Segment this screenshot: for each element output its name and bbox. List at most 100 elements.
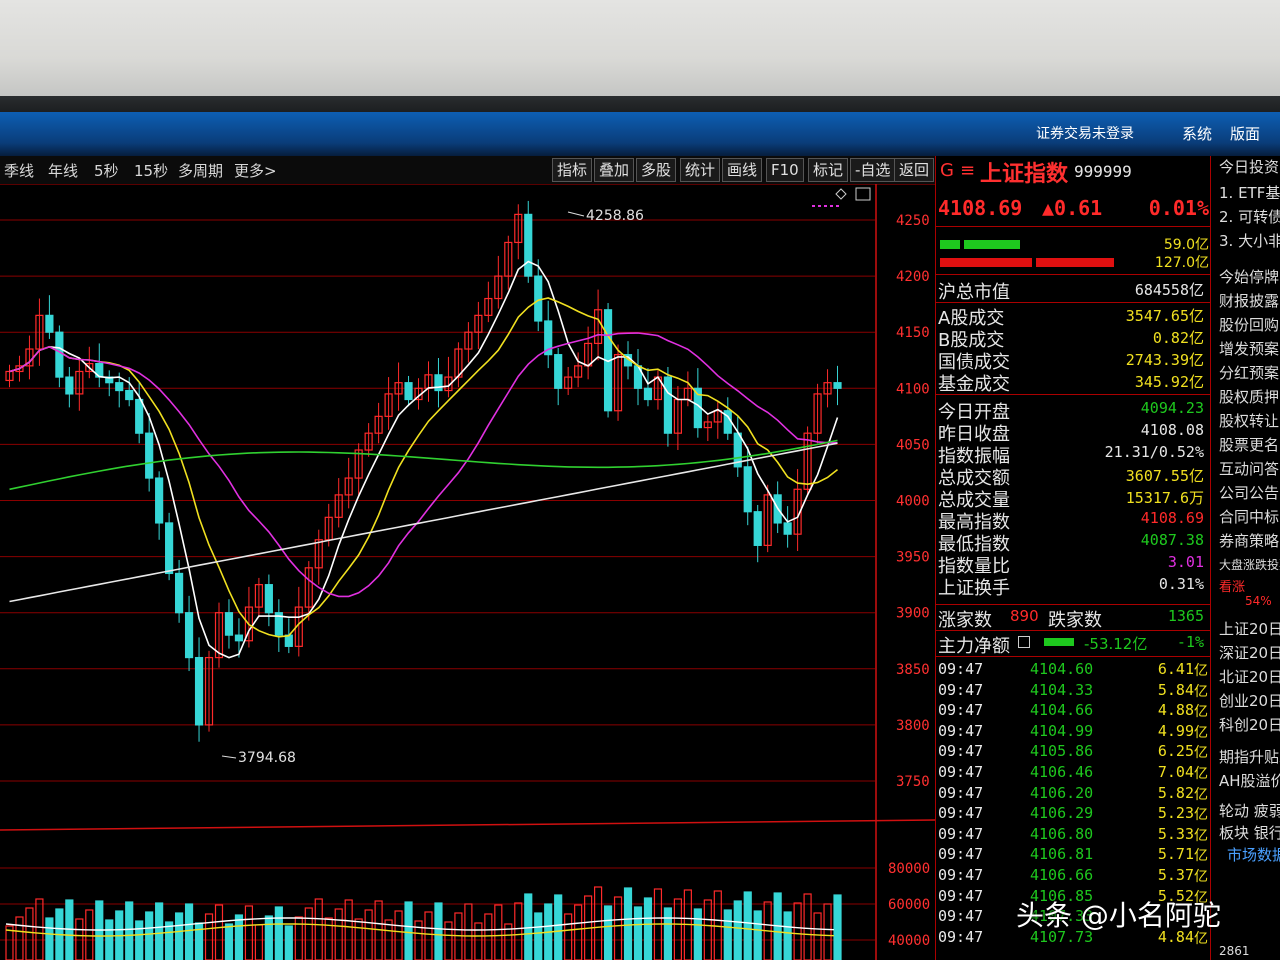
- period-quarter[interactable]: 季线: [4, 160, 34, 181]
- tick-price: 4105.86: [1030, 742, 1094, 761]
- menu-layout[interactable]: 版面: [1230, 123, 1260, 144]
- tick-unit: 亿: [1194, 745, 1208, 762]
- f10-button[interactable]: F10: [766, 158, 804, 182]
- sidebar-item[interactable]: 54%: [1245, 594, 1272, 608]
- sidebar-item[interactable]: 2861: [1219, 944, 1250, 958]
- menu-icon[interactable]: ≡: [960, 160, 975, 181]
- volume-bar: [494, 904, 503, 960]
- tick-row: 09:47 4106.66 5.37 亿: [938, 866, 1208, 886]
- back-button[interactable]: 返回: [894, 158, 935, 182]
- volume-bar: [165, 921, 174, 960]
- sidebar-item[interactable]: 券商策略: [1219, 530, 1279, 551]
- sidebar-item[interactable]: 上证20日: [1219, 618, 1280, 639]
- main-flow-label: 主力净额: [938, 636, 1010, 657]
- multi-stock-button[interactable]: 多股: [636, 158, 677, 182]
- sidebar-item[interactable]: 股份回购: [1219, 314, 1279, 335]
- stat-value: 0.31%: [1158, 575, 1204, 593]
- tick-unit: 亿: [1194, 807, 1208, 824]
- tick-price: 4106.29: [1030, 804, 1094, 823]
- mark-button[interactable]: 标记: [808, 158, 849, 182]
- stat-value: 3.01: [1167, 553, 1204, 571]
- tick-price: 4106.81: [1030, 845, 1094, 864]
- stat-row: 最低指数 4087.38: [938, 530, 1208, 555]
- sidebar-item[interactable]: 北证20日: [1219, 666, 1280, 687]
- sidebar-item[interactable]: 合同中标: [1219, 506, 1279, 527]
- volume-bar: [783, 911, 792, 960]
- draw-line-button[interactable]: 画线: [722, 158, 763, 182]
- overlay-button[interactable]: 叠加: [594, 158, 635, 182]
- detail-icon[interactable]: [1018, 636, 1030, 648]
- candle-body: [135, 398, 144, 434]
- sidebar-item[interactable]: 期指升贴水: [1219, 746, 1280, 767]
- bar-top-value: 59.0亿: [1163, 237, 1209, 253]
- stat-row: 基金成交 345.92亿: [938, 370, 1208, 395]
- g-icon[interactable]: G: [940, 160, 954, 181]
- quote-panel: G ≡ 上证指数 999999 4108.69 ▲0.61 0.01% 59.0…: [935, 156, 1211, 960]
- sidebar-item[interactable]: 深证20日: [1219, 642, 1280, 663]
- sidebar-item[interactable]: 看涨: [1219, 576, 1245, 595]
- diamond-icon[interactable]: [835, 188, 847, 200]
- sidebar-item[interactable]: 1. ETF基: [1219, 182, 1280, 203]
- sidebar-item[interactable]: 公司公告: [1219, 482, 1279, 503]
- price-axis-labels: 4250 4200 4150 4100 4050 4000 3950 3900 3850 3800…: [888, 213, 930, 949]
- sidebar-item[interactable]: 创业20日: [1219, 690, 1280, 711]
- sidebar-item[interactable]: 股权转让: [1219, 410, 1279, 431]
- volume-bar: [404, 901, 413, 960]
- sidebar-item[interactable]: 股票更名: [1219, 434, 1279, 455]
- sidebar-item[interactable]: 互动问答: [1219, 458, 1279, 479]
- period-multi[interactable]: 多周期: [178, 160, 223, 181]
- tick-row: 09:47 4106.81 5.71 亿: [938, 845, 1208, 865]
- sidebar-item[interactable]: 今日投资: [1219, 156, 1279, 177]
- volume-bar: [733, 900, 742, 960]
- sidebar-item[interactable]: 轮动 疲弱市: [1219, 800, 1280, 821]
- period-more[interactable]: 更多>: [234, 160, 277, 181]
- stat-row: 最高指数 4108.69: [938, 508, 1208, 533]
- volume-bar: [434, 902, 443, 960]
- tick-amount: 5.23: [1157, 804, 1194, 823]
- sidebar-item[interactable]: 今始停牌: [1219, 266, 1279, 287]
- sidebar-item[interactable]: 股权质押: [1219, 386, 1279, 407]
- sidebar-item[interactable]: 科创20日: [1219, 714, 1280, 735]
- sidebar-item[interactable]: 2. 可转债: [1219, 206, 1280, 227]
- main-flow-value: -53.12亿: [1084, 635, 1148, 653]
- period-5s[interactable]: 5秒: [94, 160, 119, 181]
- login-status[interactable]: 证券交易未登录: [1036, 123, 1134, 143]
- tick-unit: 亿: [1194, 683, 1208, 700]
- volume-bar: [135, 920, 144, 960]
- tick-amount: 6.41: [1157, 660, 1194, 678]
- tick-unit: 亿: [1194, 766, 1208, 782]
- menu-system[interactable]: 系统: [1182, 123, 1212, 144]
- volume-bar: [65, 899, 74, 960]
- price-tick-label: 4050: [896, 437, 930, 453]
- tick-time: 09:47: [938, 783, 984, 802]
- kline-chart[interactable]: 4250 4200 4150 4100 4050 4000 3950 3900 3850 3800…: [0, 184, 936, 960]
- tick-time: 09:47: [938, 701, 984, 720]
- window-toggle-icon[interactable]: [855, 187, 871, 201]
- watchlist-button[interactable]: -自选: [850, 158, 896, 182]
- candle-body: [125, 389, 134, 401]
- tick-row: 09:47 4106.20 5.82 亿: [938, 784, 1208, 804]
- sidebar-item[interactable]: 分红预案: [1219, 362, 1279, 383]
- volume-bar: [274, 906, 283, 960]
- sidebar-item[interactable]: 市场数据: [1227, 844, 1280, 865]
- kline-chart-area[interactable]: 4250 4200 4150 4100 4050 4000 3950 3900 3850 3800…: [0, 184, 936, 960]
- volume-bar: [693, 908, 702, 960]
- volume-tick-label: 80000: [888, 861, 930, 877]
- stat-value: 21.31/0.52%: [1104, 443, 1204, 461]
- volume-bar: [723, 909, 732, 960]
- sidebar-item[interactable]: AH股溢价: [1219, 770, 1280, 791]
- tick-row: 09:47 4106.80 5.33 亿: [938, 825, 1208, 845]
- volume-bar: [324, 917, 333, 960]
- statistics-button[interactable]: 统计: [680, 158, 721, 182]
- sidebar-item[interactable]: 财报披露: [1219, 290, 1279, 311]
- sidebar-item[interactable]: 增发预案: [1219, 338, 1279, 359]
- sidebar-item[interactable]: 板块 银行 >: [1219, 822, 1280, 843]
- period-year[interactable]: 年线: [48, 160, 78, 181]
- volume-bar: [464, 903, 473, 960]
- candle-body: [224, 612, 234, 636]
- sidebar-item[interactable]: 大盘涨跌投票: [1219, 556, 1280, 573]
- sidebar-item[interactable]: 3. 大小非: [1219, 230, 1280, 251]
- indicator-button[interactable]: 指标: [552, 158, 593, 182]
- buy-bar-1: [940, 258, 1032, 267]
- period-15s[interactable]: 15秒: [134, 160, 168, 181]
